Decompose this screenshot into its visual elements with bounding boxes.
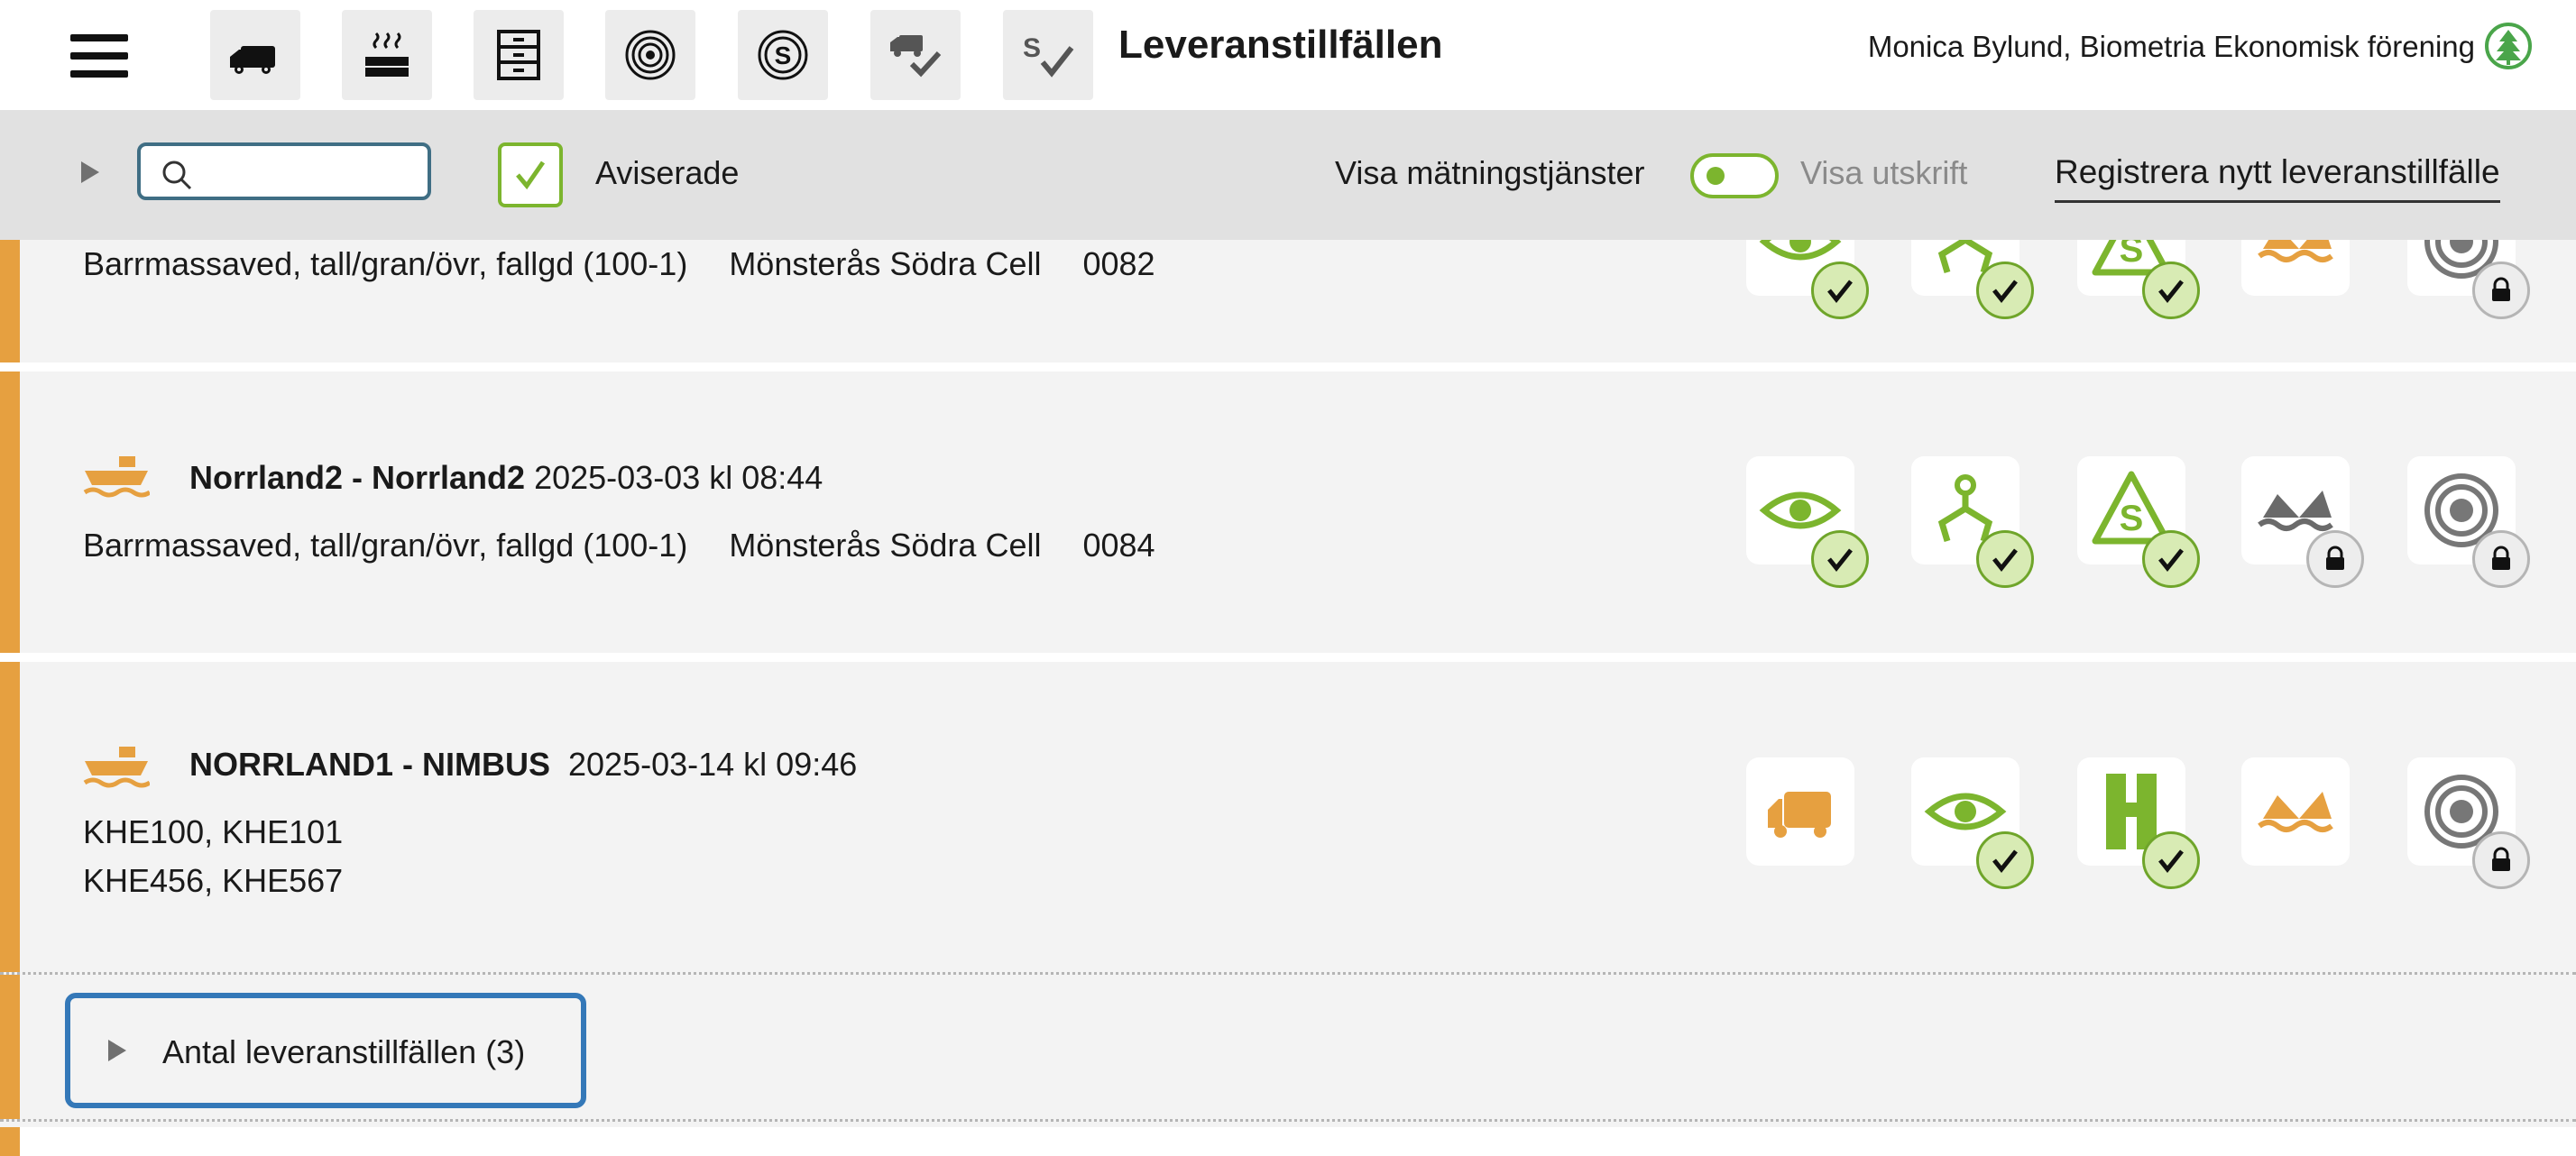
row-detail-line: KHE456, KHE567 <box>83 862 344 899</box>
svg-text:S: S <box>775 41 792 69</box>
list-item[interactable]: Barrmassaved, tall/gran/övr, fallgd (100… <box>0 188 2576 362</box>
product: Barrmassaved, tall/gran/övr, fallgd (100… <box>83 245 688 282</box>
lock-badge-icon <box>2472 261 2530 319</box>
measurement-status-tile[interactable] <box>2407 456 2530 588</box>
next-row-edge <box>0 1127 2576 1156</box>
vessel-status-tile[interactable] <box>2241 757 2350 866</box>
code: 0082 <box>1082 245 1155 282</box>
check-badge-icon <box>1811 530 1869 588</box>
check-badge-icon <box>2142 530 2200 588</box>
sign-check-icon[interactable]: S <box>1003 10 1093 100</box>
expand-filter-arrow-icon[interactable] <box>81 161 99 183</box>
boat-icon <box>83 456 150 498</box>
filter-toolbar: Aviserade Visa mätningstjänster Visa uts… <box>0 110 2576 240</box>
vessel-status-tile[interactable] <box>2241 456 2364 588</box>
location: Mönsterås Södra Cell <box>729 245 1042 282</box>
print-label: Visa utskrift <box>1800 154 1968 191</box>
product: Barrmassaved, tall/gran/övr, fallgd (100… <box>83 527 688 564</box>
check-badge-icon <box>1976 261 2034 319</box>
row-title: Norrland2 - Norrland2 2025-03-03 kl 08:4… <box>189 456 823 500</box>
boat-icon <box>83 747 150 788</box>
measure-print-toggle[interactable] <box>1690 153 1779 198</box>
inspection-status-tile[interactable] <box>1746 456 1869 588</box>
inspection-status-tile[interactable] <box>1911 757 2034 889</box>
summary-section: Antal leveranstillfällen (3) <box>0 972 2576 1122</box>
aviserade-label: Aviserade <box>595 154 740 191</box>
row-details: Barrmassaved, tall/gran/övr, fallgd (100… <box>83 523 1155 568</box>
row-separator <box>0 653 2576 662</box>
page-title: Leveranstillfällen <box>1118 23 1443 67</box>
checkmark-icon <box>516 161 546 190</box>
expand-arrow-icon <box>108 1040 126 1061</box>
row-title: NORRLAND1 - NIMBUS 2025-03-14 kl 09:46 <box>189 743 857 786</box>
list-item[interactable]: NORRLAND1 - NIMBUS 2025-03-14 kl 09:46 K… <box>0 662 2576 972</box>
row-datetime: 2025-03-14 kl 09:46 <box>568 746 858 783</box>
sign-status-tile[interactable]: S <box>2077 456 2200 588</box>
truck-icon[interactable] <box>210 10 300 100</box>
user-info[interactable]: Monica Bylund, Biometria Ekonomisk fören… <box>1868 25 2475 69</box>
vessel-icon <box>2258 792 2333 832</box>
target-icon[interactable] <box>605 10 695 100</box>
lock-badge-icon <box>2306 530 2364 588</box>
measure-services-label: Visa mätningstjänster <box>1335 154 1645 191</box>
vessel-name: NORRLAND1 - NIMBUS <box>189 746 550 783</box>
svg-text:S: S <box>2120 499 2144 538</box>
truck-check-icon[interactable] <box>870 10 961 100</box>
check-badge-icon <box>1976 530 2034 588</box>
code: 0084 <box>1082 527 1155 564</box>
vessel-name: Norrland2 - Norrland2 <box>189 459 526 496</box>
location: Mönsterås Södra Cell <box>729 527 1042 564</box>
search-icon <box>162 161 192 190</box>
list-item[interactable]: Norrland2 - Norrland2 2025-03-03 kl 08:4… <box>0 372 2576 653</box>
road-status-tile[interactable] <box>2077 757 2200 889</box>
check-badge-icon <box>2142 261 2200 319</box>
row-details: Barrmassaved, tall/gran/övr, fallgd (100… <box>83 242 1155 287</box>
hamburger-menu-icon[interactable] <box>70 34 128 78</box>
lock-badge-icon <box>2472 530 2530 588</box>
check-badge-icon <box>1811 261 1869 319</box>
biometria-logo-icon <box>2485 23 2532 69</box>
grapple-status-tile[interactable] <box>1911 456 2034 588</box>
check-badge-icon <box>2142 831 2200 889</box>
measurement-status-tile[interactable] <box>2407 757 2530 889</box>
coin-icon[interactable]: S <box>738 10 828 100</box>
cabinet-icon[interactable] <box>474 10 564 100</box>
search-box[interactable] <box>137 142 431 200</box>
row-separator <box>0 362 2576 372</box>
top-bar: S S Leveranstillfällen Monica Bylund, Bi… <box>0 0 2576 110</box>
delivery-count-expander[interactable]: Antal leveranstillfällen (3) <box>65 993 586 1108</box>
aviserade-checkbox[interactable] <box>498 142 563 207</box>
lock-badge-icon <box>2472 831 2530 889</box>
truck-icon <box>1768 792 1831 838</box>
svg-text:S: S <box>1023 33 1041 63</box>
search-input[interactable] <box>204 151 424 193</box>
check-badge-icon <box>1976 831 2034 889</box>
delivery-count-label: Antal leveranstillfällen (3) <box>162 1033 526 1070</box>
row-detail-line: KHE100, KHE101 <box>83 813 344 850</box>
steam-icon[interactable] <box>342 10 432 100</box>
truck-status-tile[interactable] <box>1746 757 1854 866</box>
row-datetime: 2025-03-03 kl 08:44 <box>534 459 823 496</box>
register-delivery-link[interactable]: Registrera nytt leveranstillfälle <box>2055 150 2500 203</box>
